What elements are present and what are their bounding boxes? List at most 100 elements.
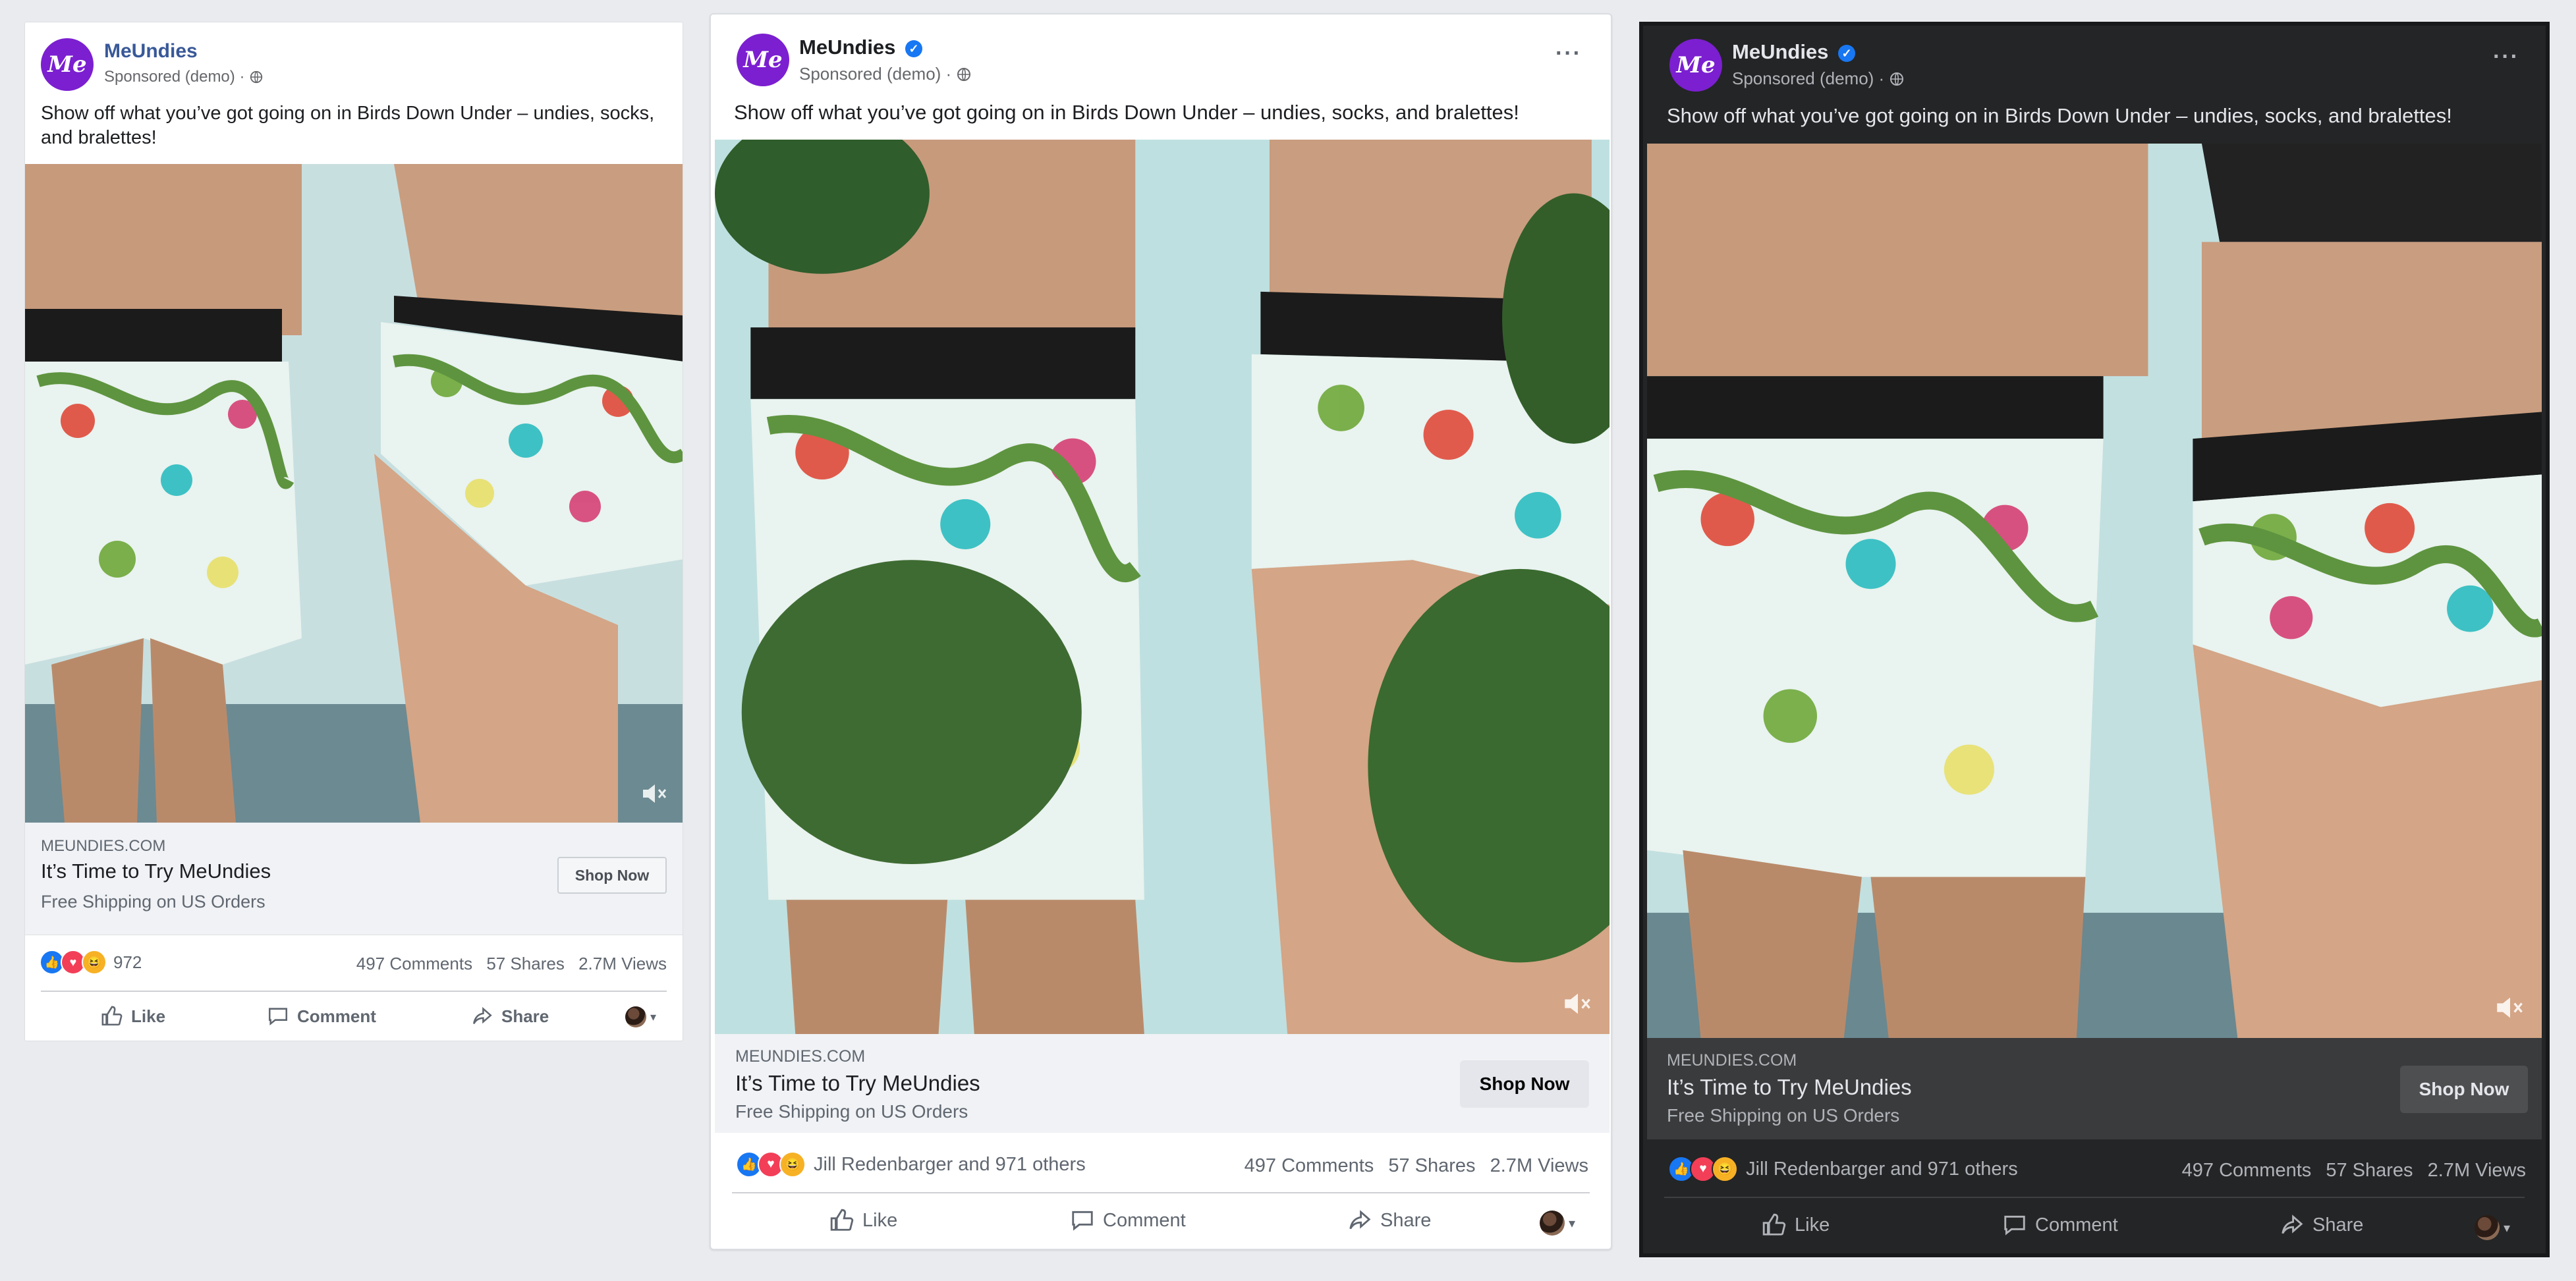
mute-icon[interactable] bbox=[642, 782, 668, 808]
comment-label: Comment bbox=[297, 1006, 376, 1026]
link-description: Free Shipping on US Orders bbox=[735, 1101, 968, 1122]
product-photo bbox=[715, 140, 1610, 1034]
link-preview[interactable]: MEUNDIES.COM It’s Time to Try MeUndies F… bbox=[25, 823, 683, 935]
post-as-selector[interactable]: ▾ bbox=[625, 1006, 656, 1027]
sponsored-label: Sponsored (demo) · bbox=[799, 64, 972, 84]
action-bar: Like Comment Share ▾ bbox=[1643, 1203, 2546, 1247]
like-label: Like bbox=[1795, 1214, 1830, 1236]
mute-icon[interactable] bbox=[1563, 991, 1592, 1020]
mute-icon[interactable] bbox=[2496, 995, 2525, 1023]
post-caption: Show off what you’ve got going on in Bir… bbox=[734, 101, 1519, 124]
like-button[interactable]: Like bbox=[1762, 1213, 1830, 1238]
like-label: Like bbox=[862, 1209, 898, 1231]
link-domain: MEUNDIES.COM bbox=[735, 1047, 866, 1066]
post-as-selector[interactable]: ▾ bbox=[1539, 1211, 1575, 1236]
share-button[interactable]: Share bbox=[1347, 1208, 1431, 1233]
shop-now-button[interactable]: Shop Now bbox=[557, 857, 667, 894]
reactions-count: Jill Redenbarger and 971 others bbox=[814, 1153, 1086, 1175]
share-button[interactable]: Share bbox=[2280, 1213, 2363, 1238]
comments-count[interactable]: 497 Comments bbox=[2182, 1160, 2312, 1181]
sponsored-label: Sponsored (demo) · bbox=[104, 68, 264, 86]
actions-divider bbox=[1664, 1197, 2525, 1198]
share-label: Share bbox=[501, 1006, 549, 1026]
share-icon bbox=[1349, 1210, 1371, 1230]
shop-now-button[interactable]: Shop Now bbox=[1460, 1060, 1589, 1108]
post-as-selector[interactable]: ▾ bbox=[2474, 1215, 2510, 1240]
link-headline: It’s Time to Try MeUndies bbox=[41, 859, 271, 883]
user-avatar bbox=[625, 1006, 646, 1027]
comment-button[interactable]: Comment bbox=[267, 1005, 376, 1027]
link-headline: It’s Time to Try MeUndies bbox=[1667, 1075, 1912, 1099]
verified-badge-icon: ✓ bbox=[905, 40, 923, 57]
actions-divider bbox=[732, 1192, 1590, 1193]
product-photo bbox=[1647, 144, 2542, 1038]
comment-button[interactable]: Comment bbox=[1070, 1208, 1186, 1233]
globe-icon bbox=[249, 68, 264, 86]
comment-icon bbox=[268, 1008, 288, 1025]
views-count: 2.7M Views bbox=[2427, 1160, 2526, 1181]
haha-reaction-icon: 😆 bbox=[1712, 1156, 1738, 1182]
engagement-stats: 👍 ♥ 😆 972 497 Comments 57 Shares 2.7M Vi… bbox=[25, 944, 683, 984]
share-button[interactable]: Share bbox=[471, 1005, 549, 1027]
ad-card-classic: Me MeUndies Sponsored (demo) · Show off … bbox=[24, 22, 683, 1041]
reactions[interactable]: 👍 ♥ 😆 Jill Redenbarger and 971 others bbox=[736, 1151, 1086, 1178]
like-button[interactable]: Like bbox=[829, 1208, 897, 1233]
ad-card-new-light: Me MeUndies ✓ Sponsored (demo) · ··· Sho… bbox=[710, 13, 1612, 1250]
share-icon bbox=[472, 1006, 492, 1024]
comment-label: Comment bbox=[1103, 1209, 1186, 1231]
thumbs-up-icon bbox=[101, 1006, 123, 1026]
shares-count[interactable]: 57 Shares bbox=[1388, 1155, 1475, 1176]
share-label: Share bbox=[1380, 1209, 1432, 1231]
comment-icon bbox=[2004, 1215, 2025, 1236]
ad-media-video[interactable] bbox=[715, 140, 1610, 1034]
user-avatar bbox=[1539, 1211, 1565, 1236]
comment-share-view-counts: 497 Comments 57 Shares 2.7M Views bbox=[2173, 1160, 2526, 1182]
reactions[interactable]: 👍 ♥ 😆 Jill Redenbarger and 971 others bbox=[1668, 1156, 2018, 1182]
more-options-icon[interactable]: ··· bbox=[1555, 41, 1582, 67]
globe-icon bbox=[956, 64, 972, 84]
link-preview[interactable]: MEUNDIES.COM It’s Time to Try MeUndies F… bbox=[715, 1034, 1610, 1133]
reactions[interactable]: 👍 ♥ 😆 972 bbox=[40, 950, 142, 975]
brand-avatar[interactable]: Me bbox=[737, 34, 789, 86]
thumbs-up-icon bbox=[1762, 1213, 1786, 1236]
shop-now-button[interactable]: Shop Now bbox=[2400, 1066, 2528, 1113]
user-avatar bbox=[2474, 1215, 2500, 1240]
link-domain: MEUNDIES.COM bbox=[1667, 1051, 1797, 1070]
comments-count[interactable]: 497 Comments bbox=[356, 954, 472, 973]
comment-button[interactable]: Comment bbox=[2002, 1213, 2118, 1238]
brand-name-text: MeUndies bbox=[799, 36, 896, 59]
brand-avatar[interactable]: Me bbox=[1669, 39, 1722, 92]
action-bar: Like Comment Share ▾ bbox=[711, 1199, 1611, 1242]
more-options-icon[interactable]: ··· bbox=[2493, 44, 2519, 70]
brand-name-text: MeUndies bbox=[1732, 40, 1829, 63]
brand-name[interactable]: MeUndies bbox=[104, 40, 198, 63]
post-caption: Show off what you’ve got going on in Bir… bbox=[41, 103, 655, 148]
caret-down-icon: ▾ bbox=[650, 1010, 656, 1023]
link-preview[interactable]: MEUNDIES.COM It’s Time to Try MeUndies F… bbox=[1647, 1038, 2542, 1139]
verified-badge-icon: ✓ bbox=[1838, 44, 1856, 62]
post-caption: Show off what you’ve got going on in Bir… bbox=[1667, 104, 2452, 127]
actions-divider bbox=[41, 991, 667, 992]
brand-name[interactable]: MeUndies ✓ bbox=[1732, 40, 1856, 64]
link-headline: It’s Time to Try MeUndies bbox=[735, 1071, 980, 1095]
thumbs-up-icon bbox=[830, 1209, 854, 1231]
share-icon bbox=[2282, 1214, 2303, 1234]
sponsored-text: Sponsored (demo) · bbox=[104, 68, 245, 86]
sponsored-label: Sponsored (demo) · bbox=[1732, 68, 1905, 89]
caret-down-icon: ▾ bbox=[1568, 1216, 1575, 1231]
action-bar: Like Comment Share ▾ bbox=[25, 997, 683, 1037]
shares-count[interactable]: 57 Shares bbox=[2326, 1160, 2413, 1181]
shares-count[interactable]: 57 Shares bbox=[486, 954, 565, 973]
like-button[interactable]: Like bbox=[101, 1005, 165, 1027]
ad-media-video[interactable] bbox=[1647, 144, 2542, 1038]
views-count: 2.7M Views bbox=[1490, 1155, 1588, 1176]
brand-avatar[interactable]: Me bbox=[41, 38, 94, 91]
comments-count[interactable]: 497 Comments bbox=[1245, 1155, 1374, 1176]
like-label: Like bbox=[131, 1006, 166, 1026]
ad-media-video[interactable] bbox=[25, 164, 683, 823]
share-label: Share bbox=[2312, 1214, 2364, 1236]
sponsored-text: Sponsored (demo) · bbox=[1732, 68, 1885, 88]
brand-name[interactable]: MeUndies ✓ bbox=[799, 36, 923, 59]
link-description: Free Shipping on US Orders bbox=[1667, 1105, 1900, 1126]
engagement-stats: 👍 ♥ 😆 Jill Redenbarger and 971 others 49… bbox=[1643, 1151, 2546, 1190]
